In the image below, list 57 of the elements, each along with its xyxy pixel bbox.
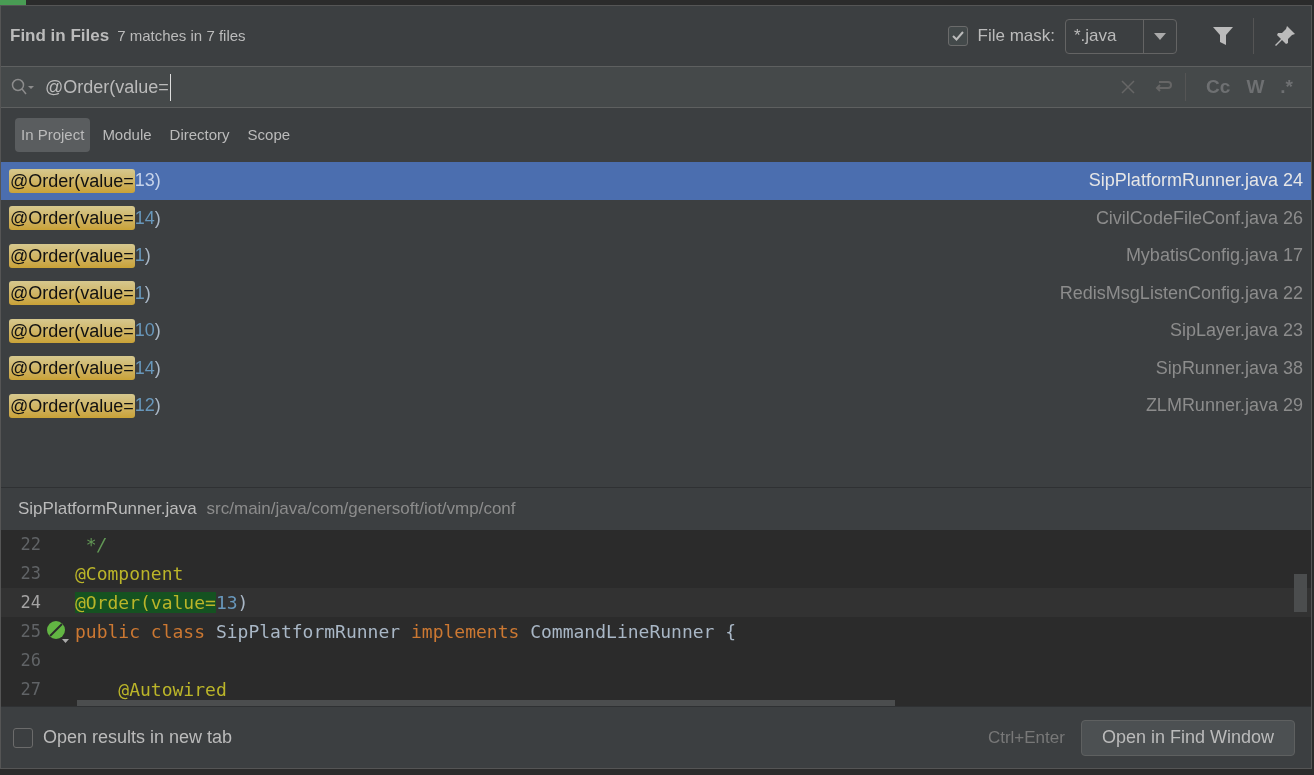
code-line: @Autowired [117, 677, 227, 702]
result-file: RedisMsgListenConfig.java 22 [1059, 281, 1303, 305]
checkbox[interactable] [13, 727, 33, 748]
vertical-scrollbar[interactable] [1294, 574, 1307, 612]
line-number: 24 [19, 590, 41, 614]
match-rest: 1) [134, 281, 151, 305]
match-highlight: @Order(value= [9, 356, 135, 381]
match-highlight: @Order(value= [9, 206, 135, 231]
file-mask-label: File mask: [977, 25, 1055, 48]
shortcut-hint: Ctrl+Enter [987, 726, 1065, 749]
match-rest: 1) [134, 244, 151, 268]
scope-tab[interactable]: Module [96, 118, 158, 152]
line-number: 22 [19, 532, 41, 556]
match-highlight: @Order(value= [9, 318, 135, 343]
match-highlight: @Order(value= [9, 243, 135, 268]
checkmark-icon [950, 29, 965, 43]
match-highlight: @Order(value= [9, 393, 135, 418]
filter-icon[interactable] [1213, 27, 1233, 45]
match-rest: 14) [134, 206, 161, 230]
line-number: 26 [19, 648, 41, 672]
new-tab-label: Open results in new tab [43, 726, 233, 749]
code-line: public class SipPlatformRunner implements CommandLineRunner { [75, 619, 737, 644]
caret-icon [1154, 32, 1166, 40]
spring-bean-icon[interactable] [46, 619, 70, 644]
match-rest: 13) [134, 169, 161, 193]
code-line: @Component [75, 561, 184, 586]
pin-icon[interactable] [1274, 25, 1296, 47]
result-file: SipLayer.java 23 [1169, 319, 1303, 343]
scope-tab[interactable]: Scope [241, 118, 297, 152]
line-number: 27 [19, 677, 41, 701]
result-file: SipPlatformRunner.java 24 [1088, 169, 1303, 193]
code-line: */ [84, 532, 108, 557]
scope-tab[interactable]: Directory [163, 118, 236, 152]
search-icon [11, 78, 35, 96]
file-mask-dropdown[interactable]: *.java [1065, 18, 1177, 54]
result-file: MybatisConfig.java 17 [1125, 244, 1303, 268]
line-number: 25 [19, 619, 41, 643]
dialog-title: Find in Files [10, 25, 110, 48]
result-row[interactable]: @Order(value=13) SipPlatformRunner.java 24 [1, 162, 1311, 200]
result-file: SipRunner.java 38 [1155, 356, 1303, 380]
open-in-find-window-button[interactable]: Open in Find Window [1080, 719, 1295, 756]
result-file: ZLMRunner.java 29 [1145, 394, 1303, 418]
horizontal-scrollbar[interactable] [77, 700, 895, 706]
preview-file-path: src/main/java/com/genersoft/iot/vmp/conf [206, 498, 516, 521]
match-rest: 14) [134, 356, 161, 380]
preview-file-name: SipPlatformRunner.java [18, 498, 197, 521]
scope-tab[interactable]: In Project [15, 118, 91, 152]
match-highlight: @Order(value= [9, 281, 135, 306]
match-rest: 12) [134, 394, 161, 418]
match-highlight: @Order(value= [9, 168, 135, 193]
status-accent [0, 0, 26, 5]
match-rest: 10) [134, 319, 161, 343]
checkbox[interactable] [947, 26, 968, 46]
line-number: 23 [19, 561, 41, 585]
result-file: CivilCodeFileConf.java 26 [1095, 206, 1303, 230]
clear-icon[interactable] [1121, 80, 1136, 94]
match-summary: 7 matches in 7 files [117, 25, 246, 46]
